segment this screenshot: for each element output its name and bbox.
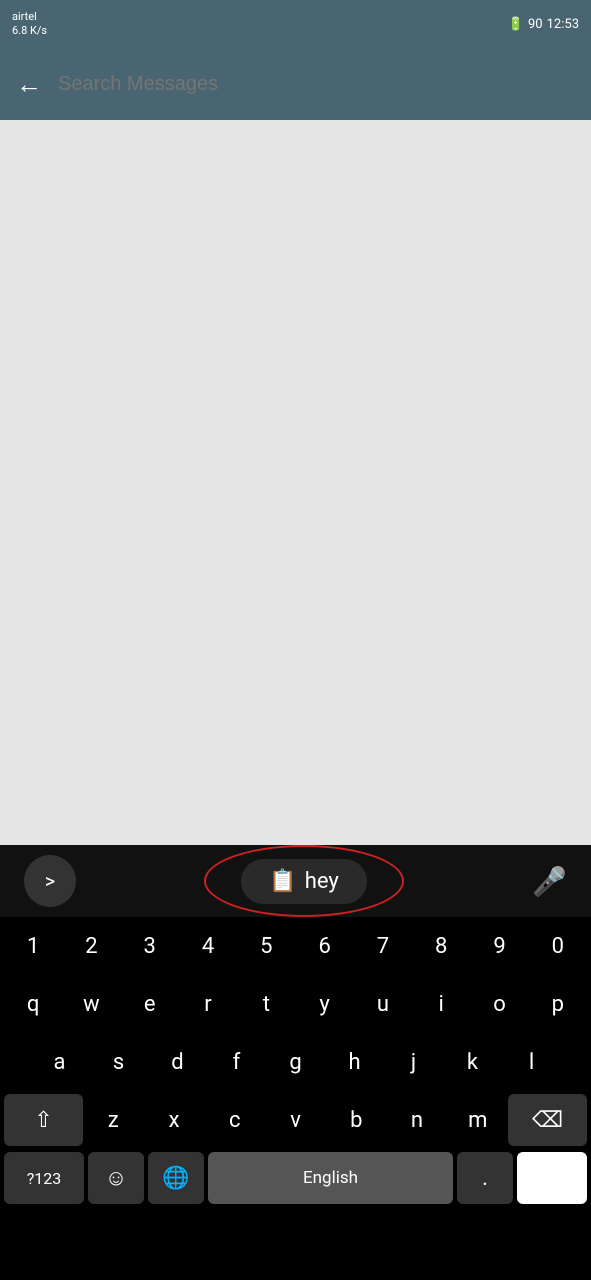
key-w[interactable]: w — [62, 978, 120, 1030]
key-n[interactable]: n — [387, 1094, 448, 1146]
suggestion-text: hey — [305, 869, 339, 894]
key-8[interactable]: 8 — [412, 920, 470, 972]
back-button[interactable]: ← — [16, 69, 42, 100]
key-r[interactable]: r — [179, 978, 237, 1030]
key-t[interactable]: t — [237, 978, 295, 1030]
period-button[interactable]: . — [457, 1152, 513, 1204]
key-5[interactable]: 5 — [237, 920, 295, 972]
key-0[interactable]: 0 — [529, 920, 587, 972]
key-j[interactable]: j — [384, 1036, 443, 1088]
key-l[interactable]: l — [502, 1036, 561, 1088]
key-v[interactable]: v — [265, 1094, 326, 1146]
carrier-text: airtel — [12, 10, 47, 24]
key-o[interactable]: o — [470, 978, 528, 1030]
key-a[interactable]: a — [30, 1036, 89, 1088]
key-7[interactable]: 7 — [354, 920, 412, 972]
main-content — [0, 120, 591, 845]
clipboard-icon: 📋 — [269, 869, 296, 894]
key-q[interactable]: q — [4, 978, 62, 1030]
key-h[interactable]: h — [325, 1036, 384, 1088]
key-p[interactable]: p — [529, 978, 587, 1030]
key-b[interactable]: b — [326, 1094, 387, 1146]
key-i[interactable]: i — [412, 978, 470, 1030]
number-row: 1 2 3 4 5 6 7 8 9 0 — [0, 917, 591, 975]
key-3[interactable]: 3 — [121, 920, 179, 972]
suggestions-row: > 📋 hey 🎤 — [0, 845, 591, 917]
key-y[interactable]: y — [295, 978, 353, 1030]
keyboard: > 📋 hey 🎤 1 2 3 4 5 6 7 8 9 0 q w e r t … — [0, 845, 591, 1280]
key-d[interactable]: d — [148, 1036, 207, 1088]
battery-text: 90 — [528, 17, 543, 32]
key-s[interactable]: s — [89, 1036, 148, 1088]
row-zxcv: ⇧ z x c v b n m ⌫ — [0, 1091, 591, 1149]
key-c[interactable]: c — [204, 1094, 265, 1146]
status-right: 🔋 90 12:53 — [508, 17, 579, 32]
key-f[interactable]: f — [207, 1036, 266, 1088]
time-text: 12:53 — [547, 17, 579, 32]
status-left: airtel 6.8 K/s — [12, 10, 47, 39]
emoji-button[interactable]: ☺ — [88, 1152, 144, 1204]
key-2[interactable]: 2 — [62, 920, 120, 972]
key-x[interactable]: x — [144, 1094, 205, 1146]
search-input[interactable] — [58, 73, 575, 96]
battery-icon: 🔋 — [508, 17, 524, 32]
bottom-row: ?123 ☺ 🌐 English . — [0, 1149, 591, 1207]
num-sym-button[interactable]: ?123 — [4, 1152, 84, 1204]
row-asdf: a s d f g h j k l — [0, 1033, 591, 1091]
key-g[interactable]: g — [266, 1036, 325, 1088]
key-m[interactable]: m — [447, 1094, 508, 1146]
status-bar: airtel 6.8 K/s 🔋 90 12:53 — [0, 0, 591, 48]
row-qwerty: q w e r t y u i o p — [0, 975, 591, 1033]
backspace-key[interactable]: ⌫ — [508, 1094, 587, 1146]
suggestion-hey[interactable]: 📋 hey — [241, 859, 366, 904]
speed-text: 6.8 K/s — [12, 24, 47, 38]
key-6[interactable]: 6 — [295, 920, 353, 972]
key-1[interactable]: 1 — [4, 920, 62, 972]
key-9[interactable]: 9 — [470, 920, 528, 972]
expand-button[interactable]: > — [24, 855, 76, 907]
key-u[interactable]: u — [354, 978, 412, 1030]
shift-key[interactable]: ⇧ — [4, 1094, 83, 1146]
key-z[interactable]: z — [83, 1094, 144, 1146]
top-bar: ← — [0, 48, 591, 120]
key-e[interactable]: e — [121, 978, 179, 1030]
mic-button[interactable]: 🎤 — [532, 865, 567, 898]
globe-button[interactable]: 🌐 — [148, 1152, 204, 1204]
enter-button[interactable] — [517, 1152, 587, 1204]
key-4[interactable]: 4 — [179, 920, 237, 972]
key-k[interactable]: k — [443, 1036, 502, 1088]
space-button[interactable]: English — [208, 1152, 453, 1204]
